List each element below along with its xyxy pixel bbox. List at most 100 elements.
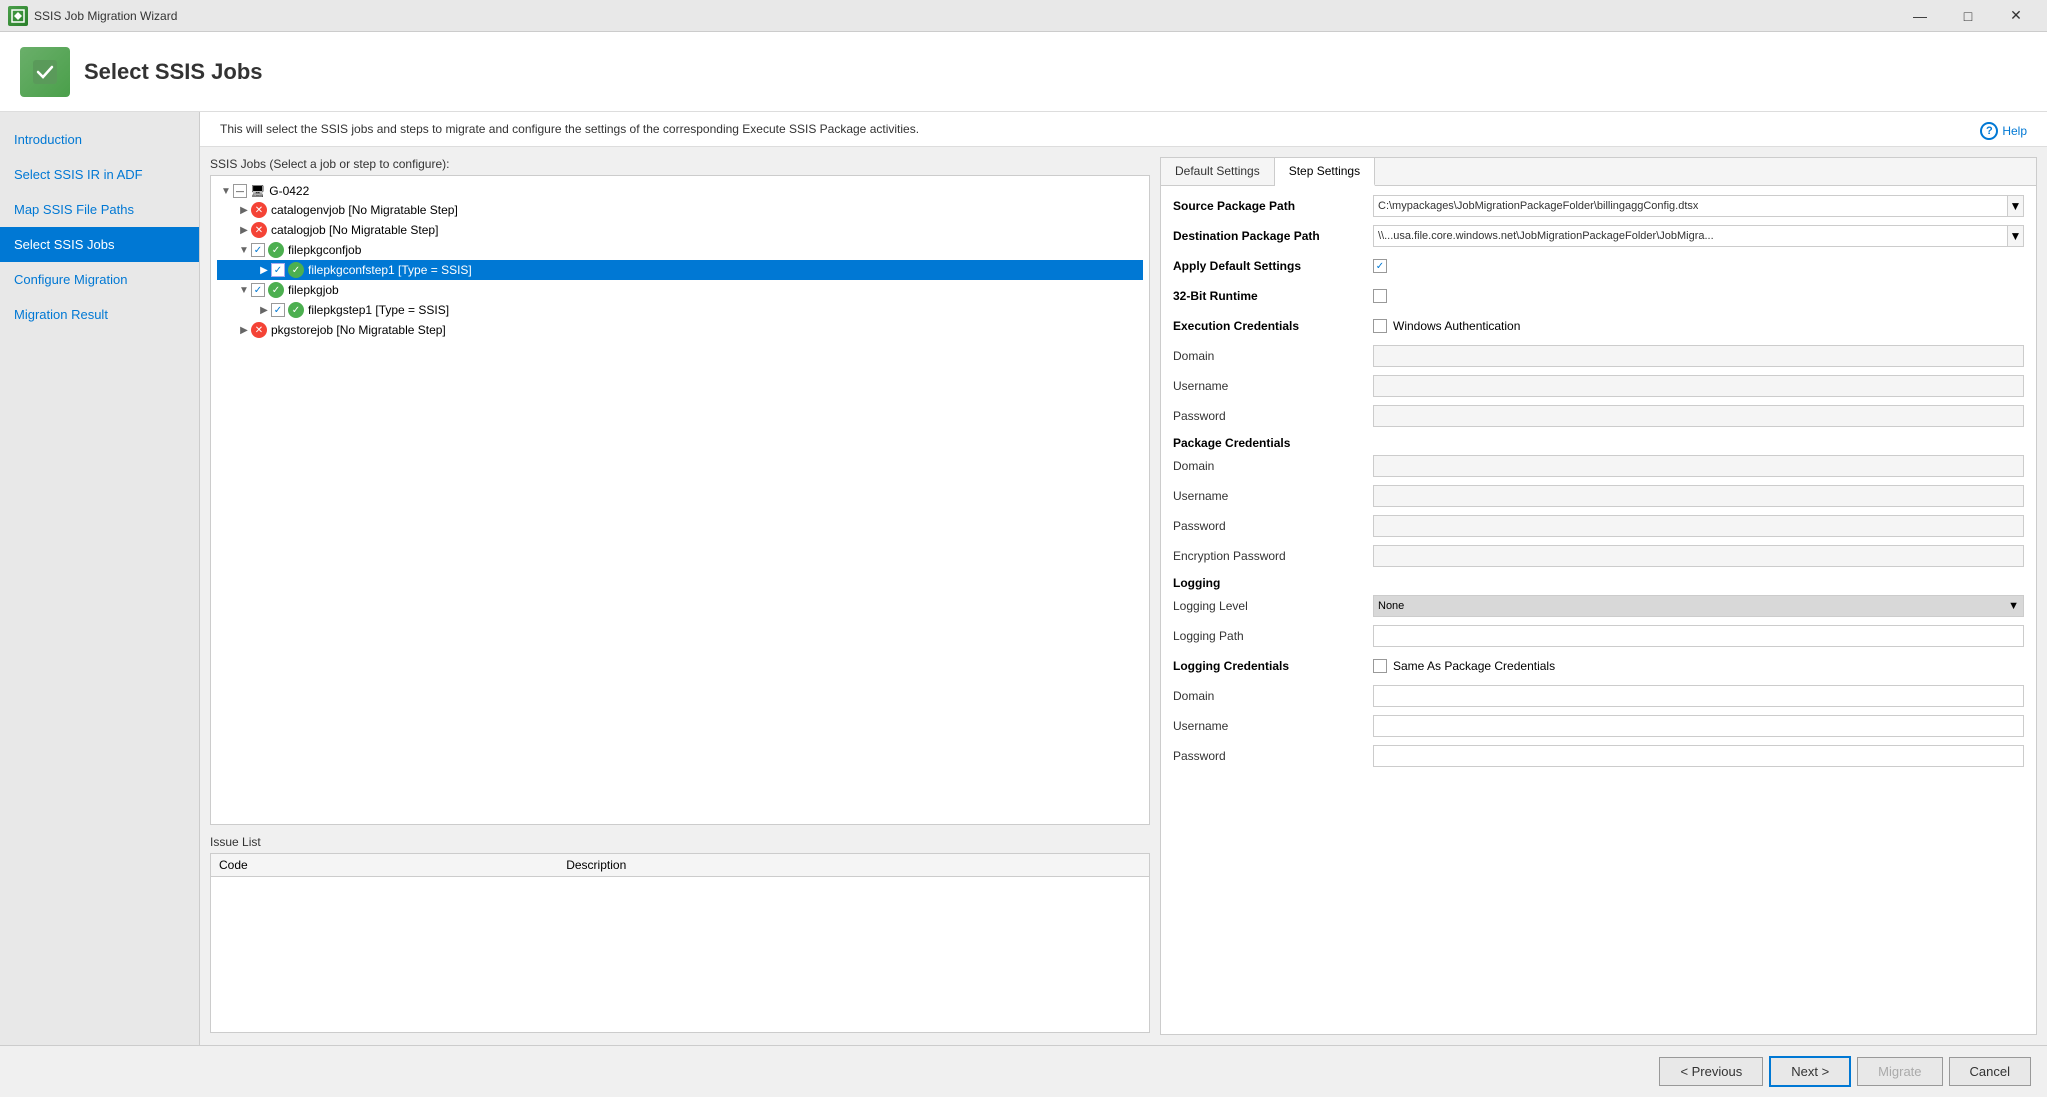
expand-pkgstorejob[interactable]: ▶ — [237, 323, 251, 337]
footer: < Previous Next > Migrate Cancel — [0, 1045, 2047, 1097]
log-password-label: Password — [1173, 749, 1373, 763]
tree-node-catalogjob[interactable]: ▶ ✕ catalogjob [No Migratable Step] — [217, 220, 1143, 240]
pkg-username-row: Username — [1173, 484, 2024, 508]
logging-path-label: Logging Path — [1173, 629, 1373, 643]
exec-password-input[interactable] — [1373, 405, 2024, 427]
tree-node-catalogenvjob[interactable]: ▶ ✕ catalogenvjob [No Migratable Step] — [217, 200, 1143, 220]
dest-path-scrollbar[interactable]: ▼ — [2008, 225, 2024, 247]
exec-domain-label: Domain — [1173, 349, 1373, 363]
tab-step-settings[interactable]: Step Settings — [1275, 158, 1375, 186]
source-package-path-label: Source Package Path — [1173, 199, 1373, 213]
checkbox-filepkgstep1[interactable] — [271, 303, 285, 317]
source-path-scrollbar[interactable]: ▼ — [2008, 195, 2024, 217]
expand-catalogenvjob[interactable]: ▶ — [237, 203, 251, 217]
log-password-input[interactable] — [1373, 745, 2024, 767]
tab-default-settings[interactable]: Default Settings — [1161, 158, 1275, 185]
log-domain-input[interactable] — [1373, 685, 2024, 707]
logging-level-label: Logging Level — [1173, 599, 1373, 613]
sidebar-item-map-paths[interactable]: Map SSIS File Paths — [0, 192, 199, 227]
header-icon — [20, 47, 70, 97]
logging-level-value: None — [1378, 600, 1404, 612]
title-bar: SSIS Job Migration Wizard — □ ✕ — [0, 0, 2047, 32]
minimize-button[interactable]: — — [1897, 0, 1943, 32]
checkbox-root[interactable] — [233, 184, 247, 198]
pkg-domain-input[interactable] — [1373, 455, 2024, 477]
sidebar-item-select-jobs[interactable]: Select SSIS Jobs — [0, 227, 199, 262]
logging-level-dropdown[interactable]: None ▼ — [1373, 595, 2024, 617]
exec-domain-input[interactable] — [1373, 345, 2024, 367]
tree-node-root[interactable]: ▼ 🖥 G-0422 — [217, 182, 1143, 200]
pkg-password-row: Password — [1173, 514, 2024, 538]
previous-button[interactable]: < Previous — [1659, 1057, 1763, 1086]
exec-username-input[interactable] — [1373, 375, 2024, 397]
body: Introduction Select SSIS IR in ADF Map S… — [0, 112, 2047, 1045]
enc-password-input[interactable] — [1373, 545, 2024, 567]
exec-username-row: Username — [1173, 374, 2024, 398]
settings-tabs: Default Settings Step Settings — [1161, 158, 2036, 186]
expand-filepkgjob[interactable]: ▼ — [237, 283, 251, 297]
same-as-pkg-row: Same As Package Credentials — [1373, 659, 1555, 673]
tree-node-filepkgjob[interactable]: ▼ ✓ filepkgjob — [217, 280, 1143, 300]
sidebar-item-select-ssis-ir[interactable]: Select SSIS IR in ADF — [0, 157, 199, 192]
logging-path-input[interactable] — [1373, 625, 2024, 647]
close-button[interactable]: ✕ — [1993, 0, 2039, 32]
expand-filepkgstep1[interactable]: ▶ — [257, 303, 271, 317]
windows-auth-row: Windows Authentication — [1373, 319, 1520, 333]
status-icon-catalogenvjob: ✕ — [251, 202, 267, 218]
source-package-path-input[interactable]: C:\mypackages\JobMigrationPackageFolder\… — [1373, 195, 2008, 217]
pkg-password-input[interactable] — [1373, 515, 2024, 537]
folder-icon: 🖥 — [250, 184, 265, 198]
apply-default-row: Apply Default Settings — [1173, 254, 2024, 278]
node-label-filepkgjob: filepkgjob — [288, 283, 339, 297]
sidebar-item-introduction[interactable]: Introduction — [0, 122, 199, 157]
migrate-button[interactable]: Migrate — [1857, 1057, 1942, 1086]
expand-filepkgconfjob[interactable]: ▼ — [237, 243, 251, 257]
expand-catalogjob[interactable]: ▶ — [237, 223, 251, 237]
issues-col-desc: Description — [558, 854, 1149, 877]
node-label-catalogenvjob: catalogenvjob [No Migratable Step] — [271, 203, 458, 217]
next-button[interactable]: Next > — [1769, 1056, 1851, 1087]
checkbox-filepkgconfjob[interactable] — [251, 243, 265, 257]
status-icon-filepkgconfstep1: ✓ — [288, 262, 304, 278]
jobs-tree[interactable]: ▼ 🖥 G-0422 ▶ ✕ catalogenvjob [No Migrata… — [210, 175, 1150, 825]
app-title: SSIS Job Migration Wizard — [34, 9, 1897, 23]
exec-password-label: Password — [1173, 409, 1373, 423]
apply-default-checkbox[interactable] — [1373, 259, 1387, 273]
maximize-button[interactable]: □ — [1945, 0, 1991, 32]
jobs-panel-label: SSIS Jobs (Select a job or step to confi… — [210, 157, 1150, 171]
dest-package-path-label: Destination Package Path — [1173, 229, 1373, 243]
tree-node-filepkgstep1[interactable]: ▶ ✓ filepkgstep1 [Type = SSIS] — [217, 300, 1143, 320]
pkg-username-input[interactable] — [1373, 485, 2024, 507]
sidebar-item-result[interactable]: Migration Result — [0, 297, 199, 332]
app-icon — [8, 6, 28, 26]
pkg-creds-header: Package Credentials — [1173, 436, 2024, 450]
log-username-input[interactable] — [1373, 715, 2024, 737]
expand-filepkgconfstep1[interactable]: ▶ — [257, 263, 271, 277]
issues-table[interactable]: Code Description — [210, 853, 1150, 1033]
cancel-button[interactable]: Cancel — [1949, 1057, 2031, 1086]
tree-node-pkgstorejob[interactable]: ▶ ✕ pkgstorejob [No Migratable Step] — [217, 320, 1143, 340]
checkbox-filepkgjob[interactable] — [251, 283, 265, 297]
status-icon-pkgstorejob: ✕ — [251, 322, 267, 338]
sidebar-item-configure[interactable]: Configure Migration — [0, 262, 199, 297]
windows-auth-checkbox[interactable] — [1373, 319, 1387, 333]
windows-auth-label: Windows Authentication — [1393, 319, 1520, 333]
dest-package-path-input[interactable]: \\...usa.file.core.windows.net\JobMigrat… — [1373, 225, 2008, 247]
pkg-username-label: Username — [1173, 489, 1373, 503]
enc-password-label: Encryption Password — [1173, 549, 1373, 563]
logging-path-row: Logging Path — [1173, 624, 2024, 648]
same-as-pkg-checkbox[interactable] — [1373, 659, 1387, 673]
32bit-checkbox[interactable] — [1373, 289, 1387, 303]
help-button[interactable]: ? Help — [1980, 122, 2027, 140]
description-text: This will select the SSIS jobs and steps… — [220, 122, 919, 136]
exec-creds-label: Execution Credentials — [1173, 319, 1373, 333]
settings-body: Source Package Path C:\mypackages\JobMig… — [1161, 186, 2036, 1034]
tree-node-filepkgconfstep1[interactable]: ▶ ✓ filepkgconfstep1 [Type = SSIS] — [217, 260, 1143, 280]
content-area: ? Help This will select the SSIS jobs an… — [200, 112, 2047, 1045]
issues-label: Issue List — [210, 835, 1150, 849]
pkg-password-label: Password — [1173, 519, 1373, 533]
checkbox-filepkgconfstep1[interactable] — [271, 263, 285, 277]
tree-node-filepkgconfjob[interactable]: ▼ ✓ filepkgconfjob — [217, 240, 1143, 260]
workspace: SSIS Jobs (Select a job or step to confi… — [200, 147, 2047, 1045]
expand-root[interactable]: ▼ — [219, 184, 233, 198]
